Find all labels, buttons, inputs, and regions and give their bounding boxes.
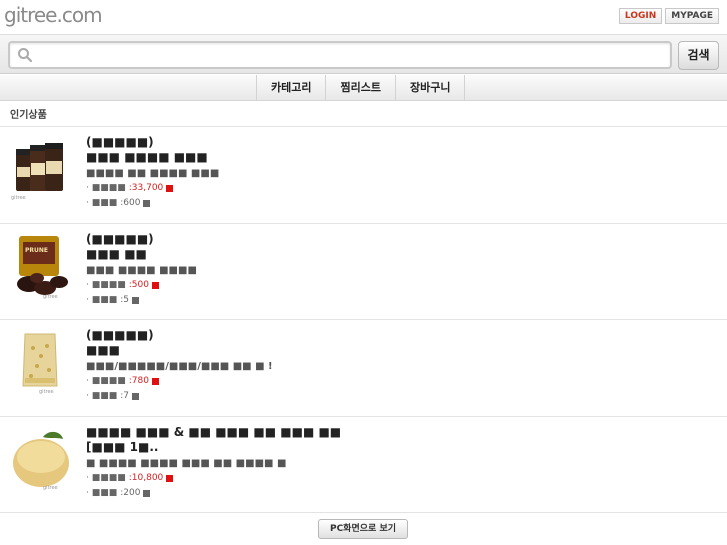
product-price: :500 — [128, 279, 149, 290]
point-line: · ■■■ :7 — [86, 389, 716, 404]
product-name[interactable]: (■■■■■) ■■■ ■■■■ ■■■ — [86, 135, 386, 165]
point-label: · ■■■ — [86, 294, 118, 305]
currency-icon — [151, 281, 159, 289]
currency-icon — [151, 378, 159, 385]
logo[interactable]: gitree.com — [4, 3, 103, 27]
price-label: · ■■■■ — [86, 279, 126, 290]
point-unit-icon — [143, 200, 151, 207]
mypage-button[interactable]: MYPAGE — [665, 8, 719, 24]
top-bar: gitree.com LOGIN MYPAGE — [0, 0, 727, 34]
point-unit-icon — [132, 393, 139, 400]
price-line: · ■■■■ :33,700 — [86, 181, 716, 196]
product-price: :10,800 — [128, 472, 164, 483]
search-button[interactable]: 검색 — [678, 41, 719, 70]
svg-text:gitree: gitree — [43, 294, 58, 300]
product-point: :5 — [120, 294, 129, 305]
product-name[interactable]: (■■■■■) ■■■ — [86, 328, 386, 358]
nav-items: 카테고리 찜리스트 장바구니 — [256, 75, 466, 101]
product-point: :200 — [120, 487, 141, 498]
product-row[interactable]: gitree (■■■■■) ■■■ ■■■/■■■■■/■■■/■■■ ■■ … — [0, 320, 727, 417]
product-row[interactable]: gitree ■■■■ ■■■ & ■■ ■■■ ■■ ■■■ ■■ [■■■ … — [0, 417, 727, 513]
product-thumbnail[interactable]: gitree — [9, 426, 75, 493]
point-line: · ■■■ :600 — [86, 196, 716, 211]
nav-item-cart[interactable]: 장바구니 — [396, 75, 466, 101]
product-name[interactable]: ■■■■ ■■■ & ■■ ■■■ ■■ ■■■ ■■ [■■■ 1■.. — [86, 425, 416, 455]
product-info: (■■■■■) ■■■ ■■■■ ■■■ ■■■■ ■■ ■■■■ ■■■ · … — [86, 135, 716, 211]
search-input[interactable] — [38, 45, 658, 65]
product-info: (■■■■■) ■■■ ■■ ■■■ ■■■■ ■■■■ · ■■■■ :500… — [86, 232, 716, 308]
svg-text:gitree: gitree — [39, 389, 54, 395]
section-title: 인기상품 — [10, 110, 47, 121]
search-field[interactable] — [8, 41, 672, 69]
product-description: ■■■■ ■■ ■■■■ ■■■ — [86, 168, 220, 179]
point-label: · ■■■ — [86, 487, 118, 498]
product-description: ■ ■■■■ ■■■■ ■■■ ■■ ■■■■ ■ — [86, 457, 287, 469]
currency-icon — [166, 185, 174, 192]
product-row[interactable]: gitree (■■■■■) ■■■ ■■■■ ■■■ ■■■■ ■■ ■■■■… — [0, 127, 727, 224]
price-label: · ■■■■ — [86, 376, 126, 386]
product-info: ■■■■ ■■■ & ■■ ■■■ ■■ ■■■ ■■ [■■■ 1■.. ■ … — [86, 425, 716, 501]
product-description: ■■■/■■■■■/■■■/■■■ ■■ ■ ! — [86, 361, 273, 372]
point-line: · ■■■ :200 — [86, 486, 716, 501]
price-line: · ■■■■ :500 — [86, 278, 716, 293]
product-price: :33,700 — [128, 183, 164, 193]
price-line: · ■■■■ :780 — [86, 374, 716, 389]
point-line: · ■■■ :5 — [86, 293, 716, 308]
currency-icon — [166, 474, 174, 482]
nav-item-wishlist[interactable]: 찜리스트 — [326, 75, 396, 101]
svg-text:PRUNE: PRUNE — [25, 247, 48, 254]
product-thumbnail[interactable]: PRUNE gitree — [9, 233, 75, 300]
product-description: ■■■ ■■■■ ■■■■ — [86, 264, 197, 276]
point-label: · ■■■ — [86, 391, 118, 401]
main-nav: 카테고리 찜리스트 장바구니 — [0, 75, 727, 101]
svg-text:gitree: gitree — [43, 485, 58, 491]
point-unit-icon — [132, 296, 139, 304]
product-info: (■■■■■) ■■■ ■■■/■■■■■/■■■/■■■ ■■ ■ ! · ■… — [86, 328, 716, 404]
product-price: :780 — [128, 376, 149, 386]
product-thumbnail[interactable]: gitree — [9, 137, 75, 203]
top-buttons: LOGIN MYPAGE — [618, 8, 719, 24]
price-label: · ■■■■ — [86, 183, 126, 193]
product-name[interactable]: (■■■■■) ■■■ ■■ — [86, 232, 386, 262]
login-button[interactable]: LOGIN — [618, 8, 663, 24]
pc-view-button[interactable]: PC화면으로 보기 — [318, 519, 408, 539]
price-label: · ■■■■ — [86, 472, 126, 483]
svg-text:gitree: gitree — [11, 195, 26, 201]
product-row[interactable]: PRUNE gitree (■■■■■) ■■■ ■■ ■■■ ■■■■ ■■■… — [0, 224, 727, 320]
nav-item-category[interactable]: 카테고리 — [257, 75, 327, 101]
product-point: :7 — [120, 391, 129, 401]
point-label: · ■■■ — [86, 198, 118, 208]
product-thumbnail[interactable]: gitree — [9, 330, 75, 396]
price-line: · ■■■■ :10,800 — [86, 471, 716, 486]
product-list: gitree (■■■■■) ■■■ ■■■■ ■■■ ■■■■ ■■ ■■■■… — [0, 127, 727, 513]
product-point: :600 — [120, 198, 141, 208]
point-unit-icon — [143, 489, 151, 497]
search-icon — [18, 48, 33, 63]
search-bar: 검색 — [0, 34, 727, 74]
